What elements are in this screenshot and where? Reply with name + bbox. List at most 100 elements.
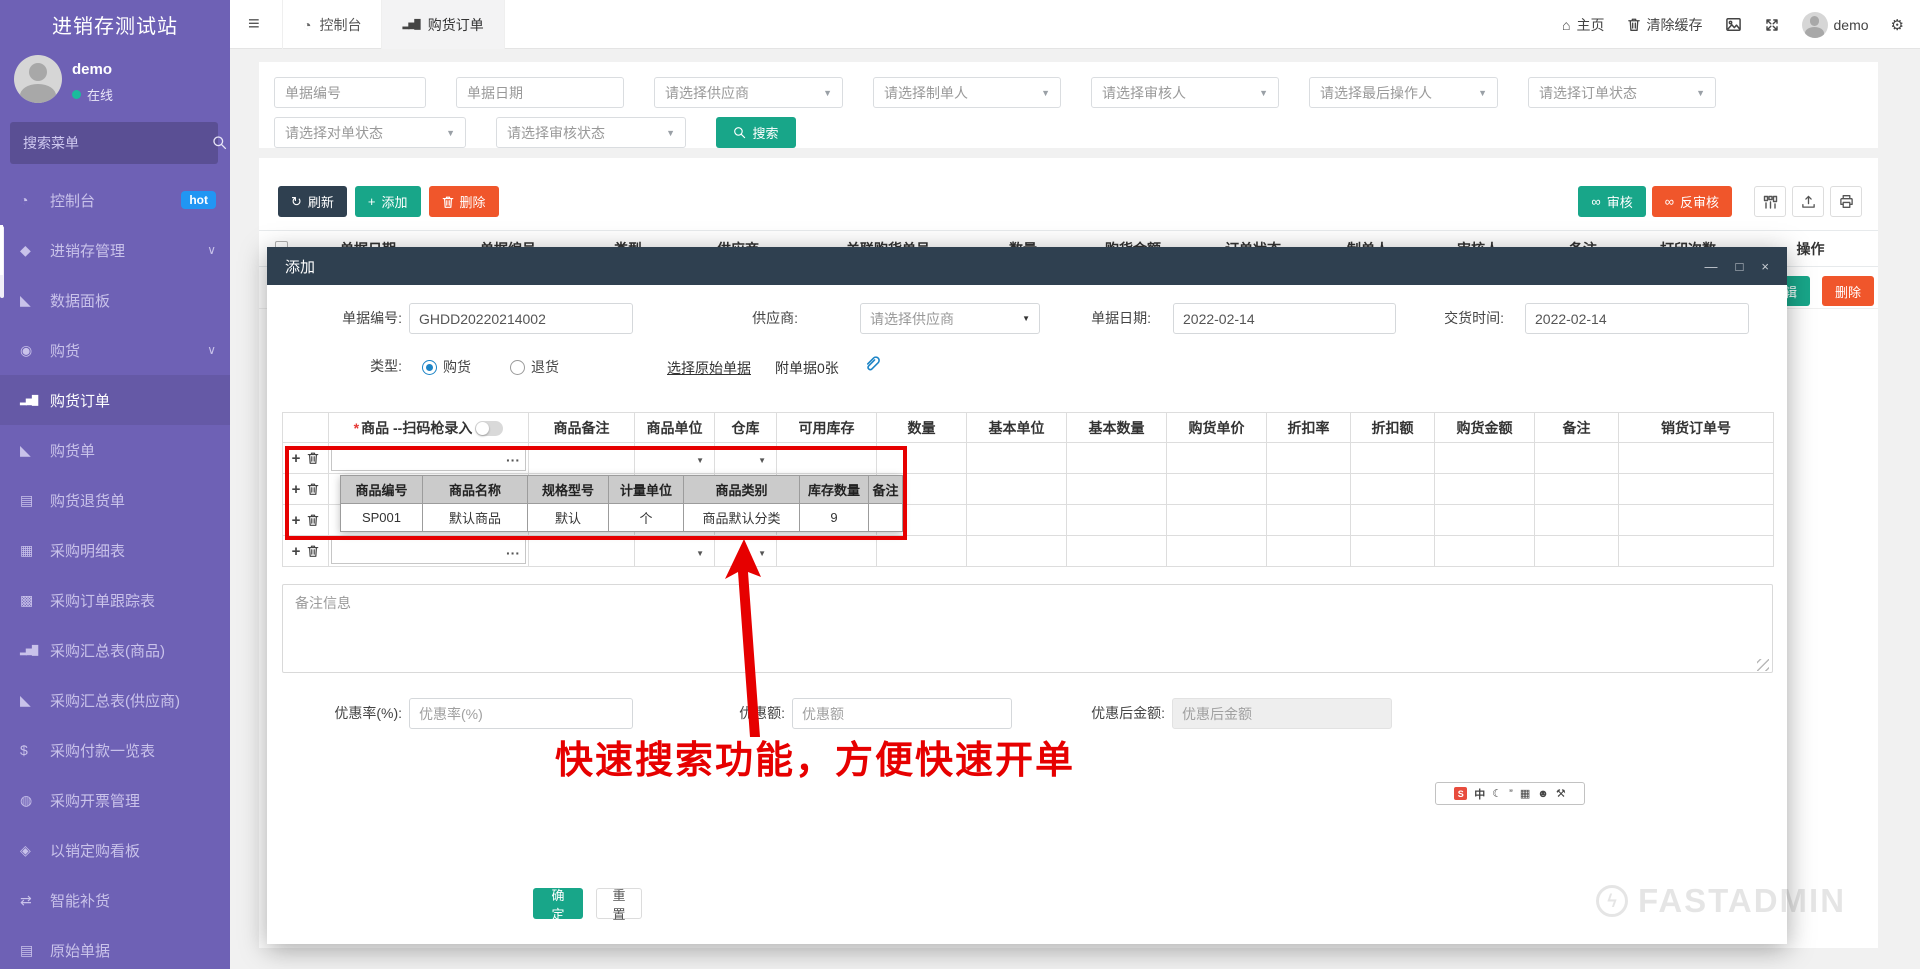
filter-last-operator-select[interactable]: 请选择最后操作人▼ [1309,77,1498,108]
select-original-doc-link[interactable]: 选择原始单据 [667,358,751,378]
menu-search-input[interactable] [10,135,212,151]
filter-auditor-select[interactable]: 请选择审核人▼ [1091,77,1279,108]
sidebar-item-smart-replenish[interactable]: ⇄ 智能补货 [0,875,230,925]
search-icon[interactable] [212,134,227,152]
trash-row-icon[interactable] [307,451,319,465]
sidebar-item-original-documents[interactable]: ▤ 原始单据 [0,925,230,969]
reset-button[interactable]: 重置 [596,888,642,919]
wrench-icon[interactable]: ⚒ [1556,787,1566,800]
topnav: ≡ ◔ 控制台 ▂▅█ 购货订单 ⌂主页 清除缓存 demo ⚙ [230,0,1920,49]
sidebar-item-summary-by-product[interactable]: ▂▅█ 采购汇总表(商品) [0,625,230,675]
scan-toggle[interactable] [475,421,503,436]
delivery-time-input[interactable] [1525,303,1749,334]
add-row-icon[interactable]: + [292,543,301,560]
sidebar-item-dashboard[interactable]: ◔ 控制台 hot [0,175,230,225]
sidebar-item-purchase-orders[interactable]: ▂▅█ 购货订单 [0,375,230,425]
discount-rate-input[interactable] [409,698,633,729]
nav-tabs: ◔ 控制台 ▂▅█ 购货订单 [282,0,505,49]
user-icon[interactable]: ☻ [1537,788,1549,800]
sidebar-item-order-tracking-report[interactable]: ▩ 采购订单跟踪表 [0,575,230,625]
product-input[interactable]: ··· [331,446,526,471]
moon-icon[interactable]: ☾ [1492,787,1502,800]
items-header-row: *商品 --扫码枪录入 商品备注 商品单位 仓库 可用库存 数量 基本单位 基本… [283,413,1774,443]
resize-handle[interactable] [1757,659,1769,671]
confirm-button[interactable]: 确定 [533,888,583,919]
product-suggestion-popup: 商品编号 商品名称 规格型号 计量单位 商品类别 库存数量 备注 SP001 默… [340,475,902,532]
add-button[interactable]: +添加 [355,186,421,217]
close-icon[interactable]: × [1761,259,1769,274]
language-icon[interactable] [1725,16,1742,33]
ime-lang-indicator[interactable]: 中 [1474,786,1485,802]
refresh-button[interactable]: ↻刷新 [278,186,347,217]
unaudit-button[interactable]: ∞反审核 [1652,186,1732,217]
hamburger-icon[interactable]: ≡ [248,0,260,49]
sidebar-item-purchase-bills[interactable]: ◣ 购货单 [0,425,230,475]
search-button[interactable]: 搜索 [716,117,796,148]
add-row-icon[interactable]: + [292,481,301,498]
bill-no-input[interactable] [409,303,633,334]
octocat-icon: ◉ [20,342,50,359]
delete-button[interactable]: 删除 [429,186,499,217]
delete-row-button[interactable]: 删除 [1822,276,1874,306]
type-return-radio[interactable]: 退货 [510,357,559,377]
filter-supplier-select[interactable]: 请选择供应商▼ [654,77,843,108]
ime-status-bar[interactable]: S 中 ☾ ” ▦ ☻ ⚒ [1435,782,1585,805]
graduation-cap-icon: ◆ [20,242,50,259]
filter-bill-date-input[interactable] [456,77,624,108]
export-button[interactable] [1792,186,1824,217]
trash-row-icon[interactable] [307,482,319,496]
sidebar-item-purchase-detail-report[interactable]: ▦ 采购明细表 [0,525,230,575]
filter-bill-no-input[interactable] [274,77,426,108]
home-link[interactable]: ⌂主页 [1562,15,1604,35]
sidebar-item-summary-by-supplier[interactable]: ◣ 采购汇总表(供应商) [0,675,230,725]
tab-dashboard[interactable]: ◔ 控制台 [282,0,382,49]
type-purchase-radio[interactable]: 购货 [422,357,471,377]
audit-button[interactable]: ∞审核 [1578,186,1645,217]
trash-row-icon[interactable] [307,513,319,527]
settings-gear-icon[interactable]: ⚙ [1891,16,1904,34]
print-button[interactable] [1830,186,1862,217]
sidebar-item-label: 购货单 [50,440,95,461]
user-menu[interactable]: demo [1802,12,1869,38]
dialog-titlebar[interactable]: 添加 — □ × [267,247,1787,285]
quote-icon[interactable]: ” [1509,788,1513,800]
clear-cache-link[interactable]: 清除缓存 [1627,15,1703,35]
bill-date-input[interactable] [1173,303,1396,334]
sidebar-group-inventory-mgmt[interactable]: ◆ 进销存管理 ∨ [0,225,230,275]
avatar [1802,12,1828,38]
sidebar-group-purchase[interactable]: ◉ 购货 ∨ [0,325,230,375]
browse-ellipsis[interactable]: ··· [506,452,520,468]
columns-icon [1762,194,1778,210]
sidebar-item-sales-driven-board[interactable]: ◈ 以销定购看板 [0,825,230,875]
product-input[interactable]: ··· [331,539,526,564]
sidebar-item-payment-overview[interactable]: $ 采购付款一览表 [0,725,230,775]
maximize-icon[interactable]: □ [1736,259,1744,274]
keyboard-icon[interactable]: ▦ [1520,787,1530,800]
suggestion-row[interactable]: SP001 默认商品 默认 个 商品默认分类 9 [341,504,903,532]
sidebar-item-data-panel[interactable]: ◣ 数据面板 [0,275,230,325]
tab-purchase-orders[interactable]: ▂▅█ 购货订单 [382,0,504,49]
filter-match-status-select[interactable]: 请选择对单状态▼ [274,117,466,148]
add-row-icon[interactable]: + [292,512,301,529]
add-row-icon[interactable]: + [292,450,301,467]
filter-maker-select[interactable]: 请选择制单人▼ [873,77,1061,108]
attachment-count-text: 附单据0张 [775,358,839,378]
chevron-down-icon: ∨ [207,243,216,257]
online-dot-icon [72,90,81,99]
browse-ellipsis[interactable]: ··· [506,545,520,561]
discount-amount-label: 优惠额: [665,698,785,729]
paperclip-icon[interactable] [863,354,881,372]
filter-order-status-select[interactable]: 请选择订单状态▼ [1528,77,1716,108]
fullscreen-icon[interactable] [1764,17,1780,33]
sidebar-item-purchase-returns[interactable]: ▤ 购货退货单 [0,475,230,525]
remark-textarea[interactable] [282,584,1773,673]
minimize-icon[interactable]: — [1705,259,1718,274]
sidebar-item-invoice-mgmt[interactable]: ◍ 采购开票管理 [0,775,230,825]
columns-toggle-button[interactable] [1754,186,1786,217]
supplier-select[interactable]: 请选择供应商▼ [860,303,1040,334]
filter-audit-status-select[interactable]: 请选择审核状态▼ [496,117,686,148]
discount-amount-input[interactable] [792,698,1012,729]
user-avatar[interactable] [14,55,62,103]
print-icon [1839,194,1854,209]
trash-row-icon[interactable] [307,544,319,558]
